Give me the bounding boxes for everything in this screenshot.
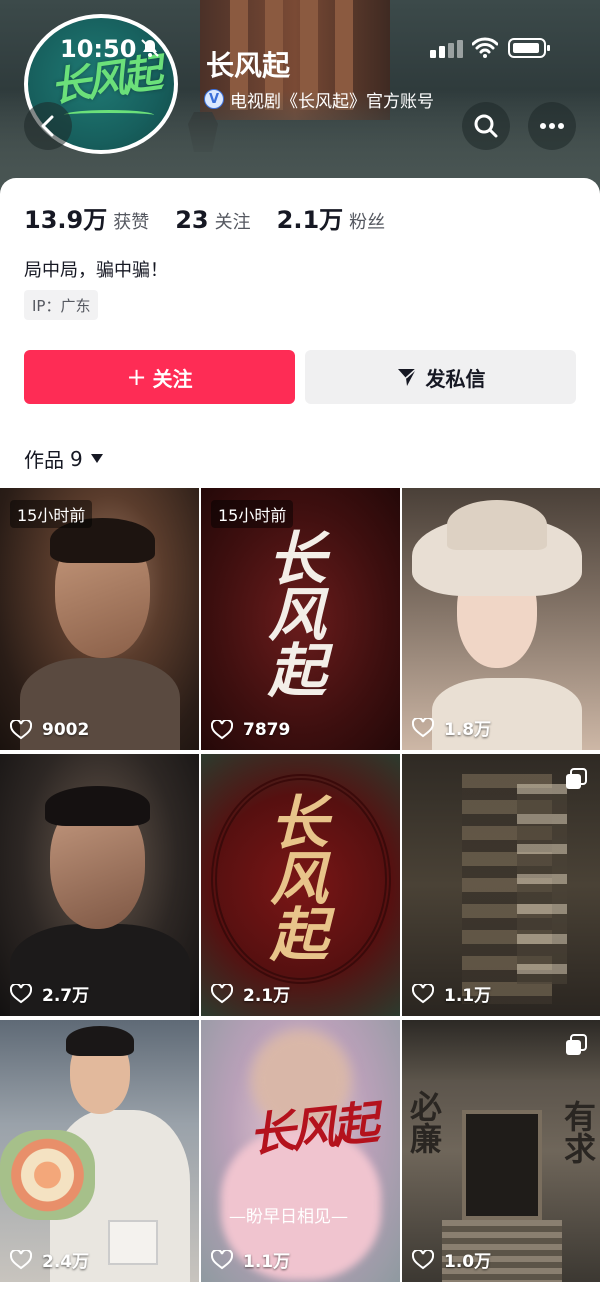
multi-image-icon xyxy=(566,768,587,789)
stat-followers-label: 粉丝 xyxy=(349,212,386,233)
video-likes: 9002 xyxy=(10,720,89,740)
stat-following-label: 关注 xyxy=(214,212,251,233)
video-tile[interactable]: 长风起 2.1万 xyxy=(201,754,400,1016)
video-tile[interactable]: 2.4万 xyxy=(0,1020,199,1282)
video-likes: 7879 xyxy=(211,720,290,740)
stat-likes-value: 13.9万 xyxy=(24,206,108,234)
heart-icon xyxy=(412,717,434,737)
video-title-calligraphy: 长风起 xyxy=(246,1095,378,1163)
verified-badge: V 电视剧《长风起》官方账号 xyxy=(204,88,434,112)
video-tile[interactable]: 长风起 —盼早日相见— 1.1万 xyxy=(201,1020,400,1282)
plus-icon: + xyxy=(126,363,147,391)
stat-likes-label: 获赞 xyxy=(113,212,150,233)
video-tile[interactable]: 必廉 有求 1.0万 xyxy=(402,1020,600,1282)
video-likes-count: 1.1万 xyxy=(243,1252,291,1272)
status-time: 10:50 xyxy=(60,35,137,63)
video-likes-count: 2.4万 xyxy=(42,1252,90,1272)
video-grid: 15小时前 9002 长风起 15小时前 7879 1.8万 2.7万 长风起 … xyxy=(0,488,600,1282)
video-likes: 1.1万 xyxy=(211,1247,290,1272)
profile-card: 13.9万 获赞 23 关注 2.1万 粉丝 局中局，骗中骗！ IP：广东 + … xyxy=(0,178,600,1304)
works-label: 作品 xyxy=(24,448,64,472)
video-likes-count: 2.7万 xyxy=(42,986,90,1006)
stat-following-value: 23 xyxy=(175,206,209,234)
video-likes: 2.1万 xyxy=(211,981,290,1006)
stat-likes[interactable]: 13.9万 获赞 xyxy=(24,200,149,235)
video-likes-count: 1.0万 xyxy=(444,1252,492,1272)
account-name: 长风起 xyxy=(206,49,291,82)
video-tile[interactable]: 1.8万 xyxy=(402,488,600,750)
ip-location-tag: IP：广东 xyxy=(24,290,99,320)
heart-icon xyxy=(10,983,32,1003)
stat-followers-value: 2.1万 xyxy=(276,206,344,234)
heart-icon xyxy=(412,1249,434,1269)
video-likes: 1.8万 xyxy=(412,715,491,740)
video-title-calligraphy: 长风起 xyxy=(258,528,326,696)
video-title-calligraphy: 长风起 xyxy=(260,792,328,960)
verified-icon: V xyxy=(204,89,224,109)
profile-stats: 13.9万 获赞 23 关注 2.1万 粉丝 xyxy=(24,200,411,235)
stat-followers[interactable]: 2.1万 粉丝 xyxy=(277,200,386,235)
profile-bio: 局中局，骗中骗！ xyxy=(24,260,168,281)
video-likes-count: 2.1万 xyxy=(243,986,291,1006)
video-likes-count: 7879 xyxy=(243,720,291,740)
verified-description: 电视剧《长风起》官方账号 xyxy=(230,91,434,112)
video-likes-count: 1.8万 xyxy=(444,720,492,740)
chevron-left-icon xyxy=(41,115,54,137)
send-icon xyxy=(397,368,417,386)
heart-icon xyxy=(10,1249,32,1269)
video-tile[interactable]: 长风起 15小时前 7879 xyxy=(201,488,400,750)
heart-icon xyxy=(211,1249,233,1269)
video-likes: 1.1万 xyxy=(412,981,491,1006)
signal-icon xyxy=(430,40,463,58)
search-icon xyxy=(474,114,498,138)
more-dots-icon xyxy=(540,123,564,129)
works-count: 9 xyxy=(70,446,83,471)
back-button[interactable] xyxy=(24,102,72,150)
video-tile[interactable]: 15小时前 9002 xyxy=(0,488,199,750)
works-tab[interactable]: 作品 9 xyxy=(24,444,103,473)
status-bar: 10:50 xyxy=(0,30,600,66)
video-likes: 2.7万 xyxy=(10,981,89,1006)
more-button[interactable] xyxy=(528,102,576,150)
video-left-text: 必廉 xyxy=(405,1090,443,1154)
heart-icon xyxy=(211,983,233,1003)
follow-button[interactable]: + 关注 xyxy=(24,350,295,404)
video-likes: 2.4万 xyxy=(10,1247,89,1272)
follow-button-label: 关注 xyxy=(152,366,193,391)
video-time-ago: 15小时前 xyxy=(211,500,294,528)
video-tile[interactable]: 2.7万 xyxy=(0,754,199,1016)
multi-image-icon xyxy=(566,1034,587,1055)
video-time-ago: 15小时前 xyxy=(10,500,93,528)
stat-following[interactable]: 23 关注 xyxy=(175,206,250,234)
heart-icon xyxy=(412,983,434,1003)
mute-bell-icon xyxy=(141,39,159,57)
battery-icon xyxy=(508,38,550,58)
video-likes-count: 1.1万 xyxy=(444,986,492,1006)
video-right-text: 有求 xyxy=(559,1100,597,1164)
wifi-icon xyxy=(472,37,498,58)
send-message-button[interactable]: 发私信 xyxy=(305,350,576,404)
video-subtitle: —盼早日相见— xyxy=(229,1207,348,1227)
video-likes: 1.0万 xyxy=(412,1247,491,1272)
profile-header-banner: 长风起 10:50 长风起 V 电视剧《长风起》官方账号 xyxy=(0,0,600,200)
video-likes-count: 9002 xyxy=(42,720,90,740)
heart-icon xyxy=(10,720,32,740)
search-button[interactable] xyxy=(462,102,510,150)
send-message-label: 发私信 xyxy=(425,366,486,391)
video-tile[interactable]: 1.1万 xyxy=(402,754,600,1016)
caret-down-icon xyxy=(90,454,103,463)
heart-icon xyxy=(211,720,233,740)
